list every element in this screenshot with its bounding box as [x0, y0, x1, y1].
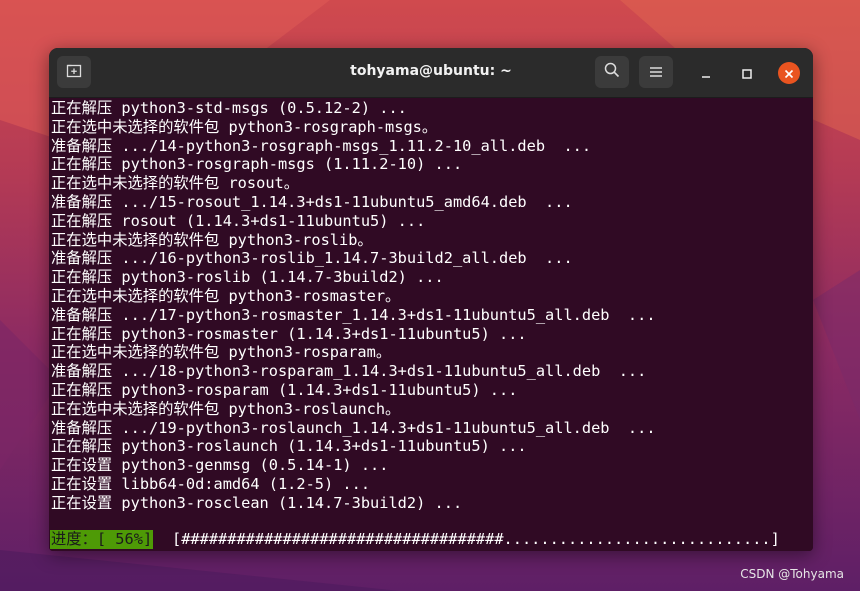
- terminal-line: 正在设置 python3-genmsg (0.5.14-1) ...: [51, 456, 389, 475]
- terminal-line: 准备解压 .../17-python3-rosmaster_1.14.3+ds1…: [51, 305, 656, 324]
- hamburger-menu-icon: [649, 63, 663, 82]
- terminal-line: 准备解压 .../15-rosout_1.14.3+ds1-11ubuntu5_…: [51, 193, 573, 211]
- terminal-line: 准备解压 .../16-python3-roslib_1.14.7-3build…: [51, 249, 573, 268]
- terminal-line: 正在解压 python3-rosmaster (1.14.3+ds1-11ubu…: [51, 324, 527, 343]
- watermark: CSDN @Tohyama: [740, 567, 844, 581]
- titlebar: tohyama@ubuntu: ~: [49, 48, 813, 98]
- terminal-output[interactable]: 正在解压 python3-std-msgs (0.5.12-2) ... 正在选中…: [49, 98, 813, 551]
- maximize-icon: [742, 64, 752, 83]
- minimize-button[interactable]: [695, 62, 717, 84]
- terminal-line: 正在解压 python3-roslib (1.14.7-3build2) ...: [51, 268, 444, 287]
- terminal-line: 正在选中未选择的软件包 python3-roslib。: [51, 230, 373, 249]
- terminal-window: tohyama@ubuntu: ~ 正在解压 python3-std-msgs …: [49, 48, 813, 551]
- close-button[interactable]: [778, 62, 800, 84]
- progress-bar: [###################################....…: [172, 530, 780, 548]
- terminal-line: 正在解压 python3-roslaunch (1.14.3+ds1-11ubu…: [51, 437, 527, 456]
- search-button[interactable]: [595, 56, 629, 88]
- close-icon: [784, 64, 794, 83]
- menu-button[interactable]: [639, 56, 673, 88]
- terminal-line: 准备解压 .../19-python3-roslaunch_1.14.3+ds1…: [51, 418, 656, 437]
- terminal-line: 正在选中未选择的软件包 python3-roslaunch。: [51, 399, 401, 418]
- progress-label: 进度：[ 56%]: [50, 530, 154, 549]
- terminal-line: 正在解压 python3-rosgraph-msgs (1.11.2-10) .…: [51, 155, 463, 174]
- search-icon: [604, 62, 620, 82]
- terminal-line: 正在选中未选择的软件包 python3-rosgraph-msgs。: [51, 117, 438, 136]
- terminal-line: 准备解压 .../18-python3-rosparam_1.14.3+ds1-…: [51, 362, 647, 381]
- terminal-line: 正在解压 python3-std-msgs (0.5.12-2) ...: [51, 99, 407, 117]
- terminal-line: 正在选中未选择的软件包 python3-rosparam。: [51, 343, 392, 362]
- terminal-line: 正在设置 python3-rosclean (1.14.7-3build2) .…: [51, 493, 463, 512]
- terminal-line: 正在选中未选择的软件包 rosout。: [51, 174, 300, 193]
- terminal-line: 正在选中未选择的软件包 python3-rosmaster。: [51, 287, 401, 305]
- minimize-icon: [701, 64, 711, 83]
- terminal-line: 正在解压 python3-rosparam (1.14.3+ds1-11ubun…: [51, 381, 518, 399]
- terminal-line: 准备解压 .../14-python3-rosgraph-msgs_1.11.2…: [51, 136, 592, 155]
- terminal-line: 正在解压 rosout (1.14.3+ds1-11ubuntu5) ...: [51, 211, 426, 230]
- terminal-line: 正在设置 libb64-0d:amd64 (1.2-5) ...: [51, 475, 371, 493]
- maximize-button[interactable]: [736, 62, 758, 84]
